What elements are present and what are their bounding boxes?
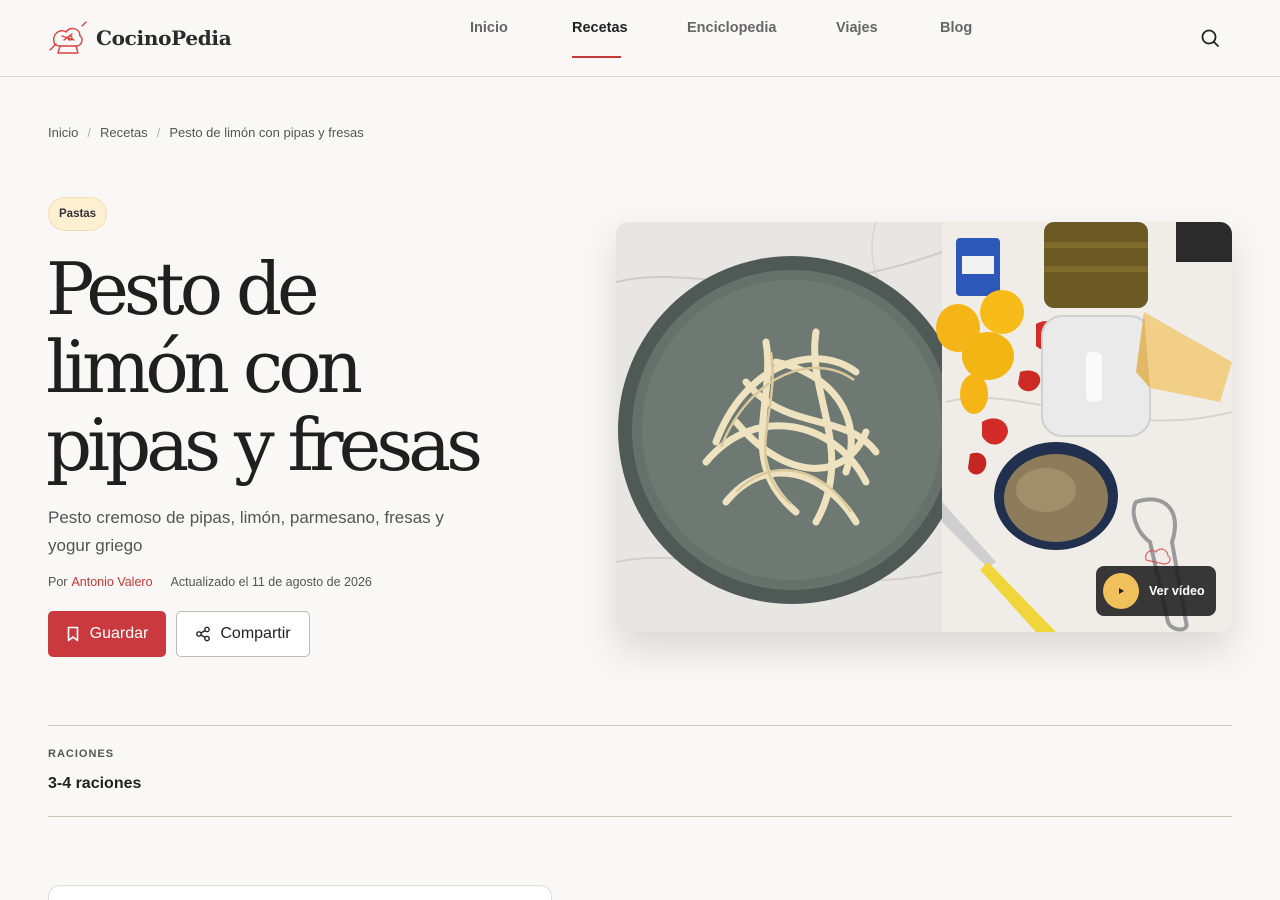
divider bbox=[48, 725, 1232, 726]
watch-video-label: Ver vídeo bbox=[1149, 584, 1205, 598]
save-label: Guardar bbox=[89, 625, 149, 642]
recipe-title-line: pipas y fresas bbox=[46, 403, 483, 487]
active-nav-indicator bbox=[572, 56, 621, 58]
nav-item-inicio[interactable]: Inicio bbox=[470, 20, 508, 36]
nav-item-enciclopedia[interactable]: Enciclopedia bbox=[687, 20, 776, 36]
breadcrumb: Inicio / Recetas / Pesto de limón con pi… bbox=[48, 125, 364, 140]
watch-video-button[interactable]: Ver vídeo bbox=[1096, 566, 1216, 616]
breadcrumb-current: Pesto de limón con pipas y fresas bbox=[169, 125, 364, 140]
save-button[interactable]: Guardar bbox=[48, 611, 166, 657]
updated-date: Actualizado el 11 de agosto de 2026 bbox=[170, 575, 372, 589]
nav-item-viajes[interactable]: Viajes bbox=[836, 20, 878, 36]
share-button[interactable]: Compartir bbox=[176, 611, 310, 657]
divider bbox=[48, 816, 1232, 817]
bookmark-icon bbox=[67, 626, 78, 642]
category-tag[interactable]: Pastas bbox=[48, 197, 108, 231]
site-header: CocinoPedia Inicio Recetas Enciclopedia … bbox=[0, 0, 1280, 77]
servings-label: RACIONES bbox=[48, 748, 115, 760]
recipe-subtitle: Pesto cremoso de pipas, limón, parmesano… bbox=[48, 508, 444, 555]
breadcrumb-separator: / bbox=[87, 125, 91, 140]
content-card bbox=[48, 885, 552, 900]
site-logo[interactable]: CocinoPedia bbox=[48, 20, 232, 56]
logo-text: CocinoPedia bbox=[96, 26, 232, 50]
breadcrumb-recetas[interactable]: Recetas bbox=[100, 125, 148, 140]
recipe-title-line: limón con bbox=[46, 325, 363, 409]
chef-logo-icon bbox=[49, 21, 87, 54]
servings-value: 3-4 raciones bbox=[48, 775, 142, 792]
nav-item-recetas[interactable]: Recetas bbox=[572, 20, 628, 36]
recipe-meta: Por Antonio Valero Actualizado el 11 de ag… bbox=[48, 575, 372, 589]
play-icon bbox=[1103, 573, 1139, 609]
recipe-hero-image[interactable]: Ver vídeo bbox=[616, 222, 1232, 632]
breadcrumb-separator: / bbox=[156, 125, 161, 140]
search-button[interactable] bbox=[1198, 26, 1222, 50]
recipe-title-line: Pesto de bbox=[46, 247, 320, 331]
recipe-title: Pesto de limón con pipas y fresas bbox=[46, 250, 516, 484]
search-icon bbox=[1201, 29, 1219, 47]
breadcrumb-inicio[interactable]: Inicio bbox=[48, 125, 78, 140]
share-label: Compartir bbox=[220, 625, 291, 642]
author-link[interactable]: Antonio Valero bbox=[71, 575, 152, 589]
author-prefix: Por bbox=[48, 575, 68, 589]
nav-item-blog[interactable]: Blog bbox=[940, 20, 972, 36]
share-icon bbox=[196, 626, 211, 642]
